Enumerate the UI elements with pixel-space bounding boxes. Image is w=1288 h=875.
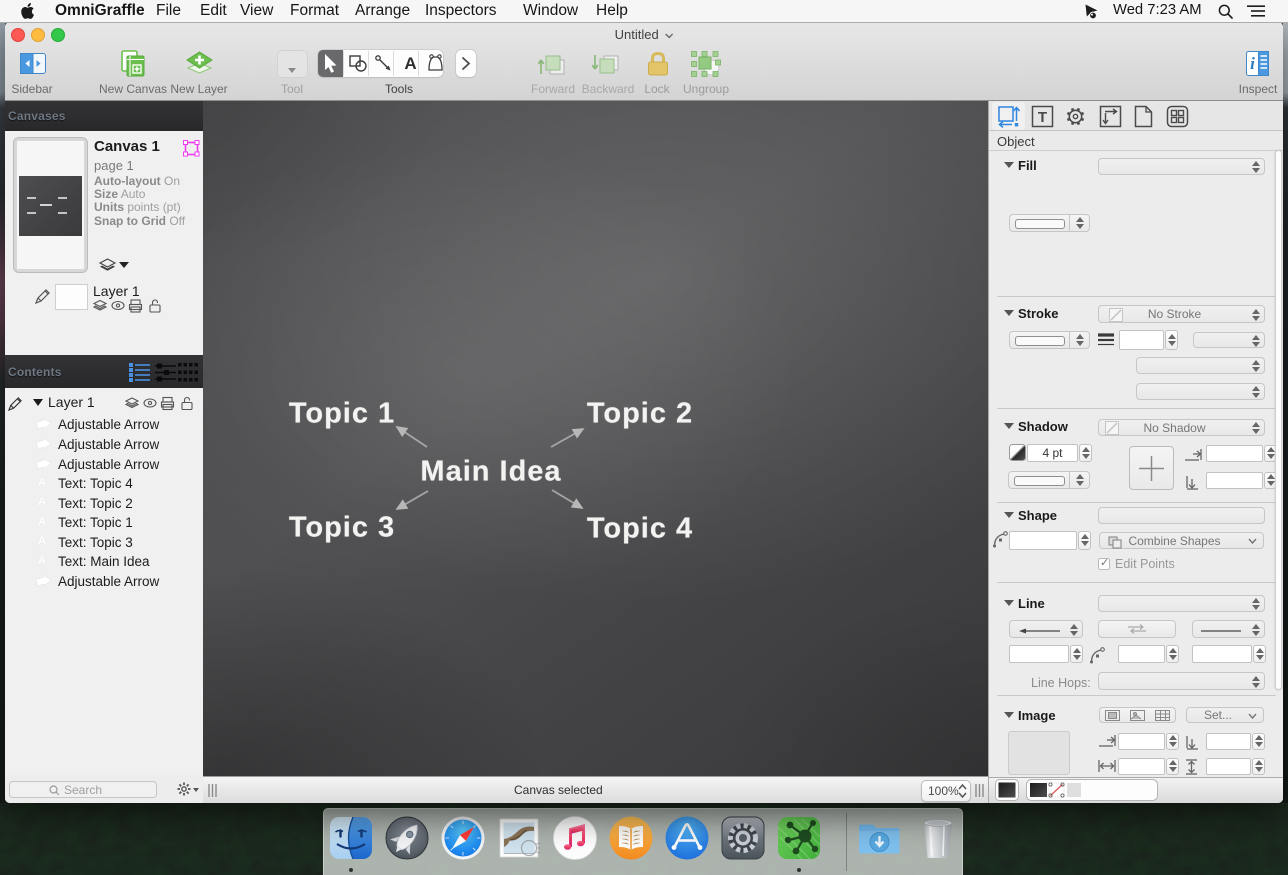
- svg-text:T: T: [1038, 109, 1047, 126]
- svg-text:i: i: [1250, 54, 1255, 73]
